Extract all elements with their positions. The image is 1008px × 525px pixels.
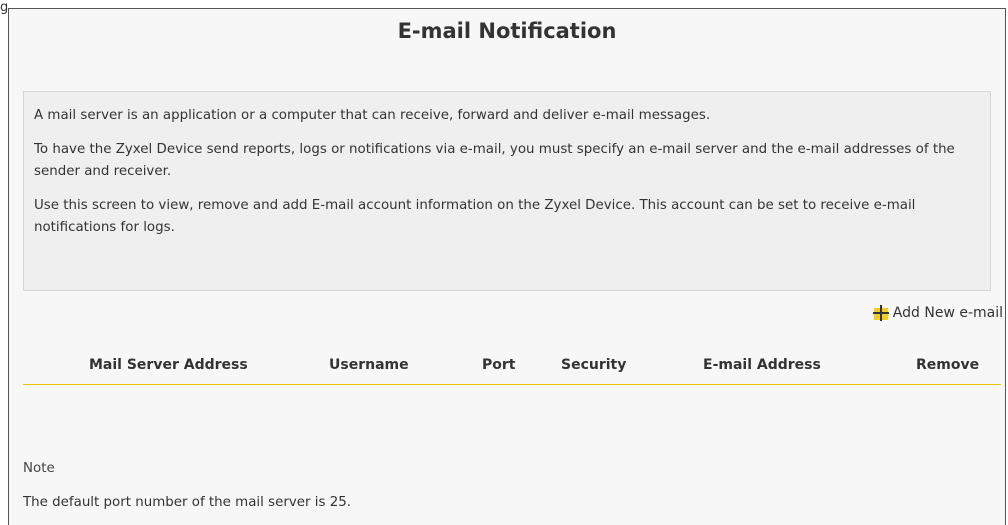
info-paragraph-mail-server: A mail server is an application or a com…: [34, 108, 711, 123]
column-header-email-address: E-mail Address: [703, 357, 821, 373]
email-notification-panel: E-mail Notification A mail server is an …: [8, 8, 1006, 525]
table-header-row: Mail Server Address Username Port Securi…: [23, 349, 1001, 385]
info-paragraph-usage: Use this screen to view, remove and add …: [34, 198, 916, 235]
plus-icon: [871, 304, 891, 322]
note-label: Note: [23, 461, 55, 476]
column-header-remove: Remove: [916, 357, 980, 373]
add-new-email-label: Add New e-mail: [892, 305, 1003, 321]
column-header-security: Security: [561, 357, 627, 373]
column-header-username: Username: [329, 357, 409, 373]
column-header-port: Port: [482, 357, 516, 373]
page-title: E-mail Notification: [397, 19, 617, 43]
info-box: A mail server is an application or a com…: [23, 91, 991, 291]
column-header-mail-server-address: Mail Server Address: [89, 357, 248, 373]
add-new-email-button[interactable]: Add New e-mail: [871, 304, 1003, 322]
info-paragraph-send-reports: To have the Zyxel Device send reports, l…: [34, 142, 955, 179]
note-text: The default port number of the mail serv…: [23, 495, 351, 510]
